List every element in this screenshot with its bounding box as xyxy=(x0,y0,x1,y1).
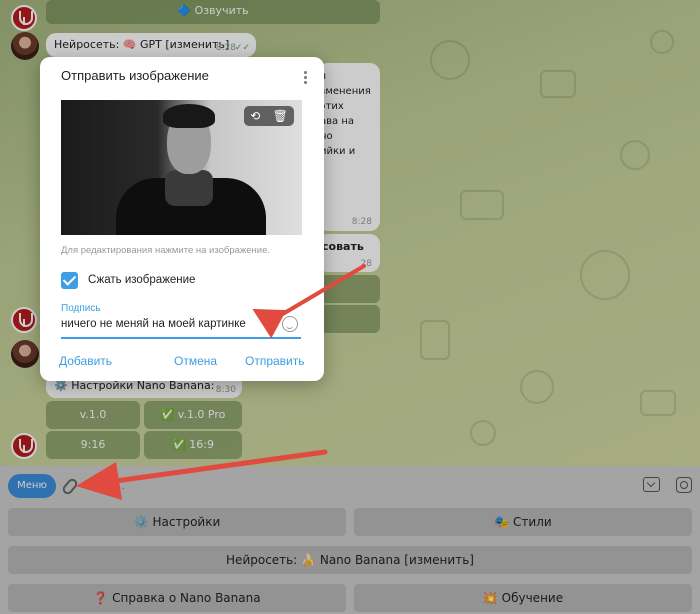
photo-hair xyxy=(163,104,215,128)
add-button[interactable]: Добавить xyxy=(59,354,112,368)
photo-neck xyxy=(165,170,213,206)
edit-hint: Для редактирования нажмите на изображени… xyxy=(61,245,271,256)
send-button[interactable]: Отправить xyxy=(245,354,305,368)
emoji-icon[interactable] xyxy=(282,316,298,332)
more-options-icon[interactable] xyxy=(304,71,308,85)
image-tools: ⟲ 🗑 xyxy=(244,106,294,126)
delete-icon[interactable]: 🗑 xyxy=(273,109,288,123)
compress-label: Сжать изображение xyxy=(88,274,196,286)
dialog-title: Отправить изображение xyxy=(61,68,209,83)
send-image-dialog: Отправить изображение ⟲ 🗑 Для редактиров… xyxy=(40,57,324,381)
caption-label: Подпись xyxy=(61,303,101,314)
compress-checkbox[interactable] xyxy=(61,272,78,289)
caption-underline xyxy=(61,337,301,339)
replace-icon[interactable]: ⟲ xyxy=(250,109,260,123)
image-preview[interactable]: ⟲ 🗑 xyxy=(61,100,302,235)
dialog-actions: Добавить Отмена Отправить xyxy=(40,354,324,370)
cancel-button[interactable]: Отмена xyxy=(174,354,217,368)
caption-input[interactable]: ничего не меняй на моей картинке xyxy=(61,318,246,330)
